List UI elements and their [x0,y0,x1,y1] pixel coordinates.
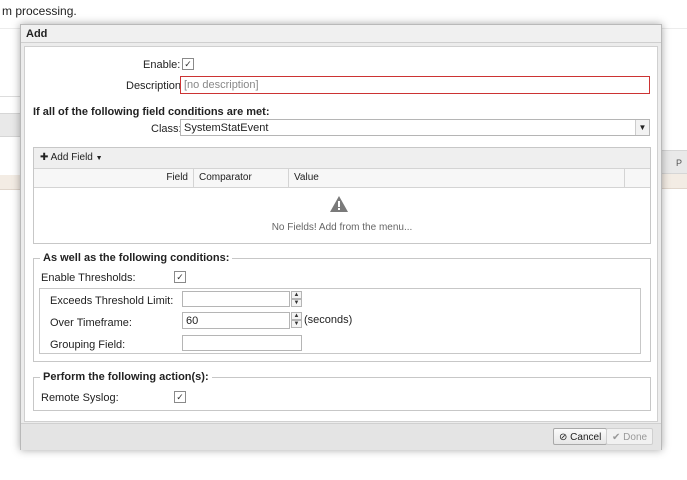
dialog-body: Enable: ✓ Description: [no description] … [24,46,658,422]
timeframe-increment-button[interactable]: ▲ [291,312,302,320]
field-conditions-grid: ✚ Add Field ▼ Field Comparator Value No … [33,147,651,244]
column-header-field[interactable]: Field [34,169,194,187]
description-label: Description: [126,80,185,92]
add-field-label: Add Field [50,152,93,163]
over-timeframe-input[interactable]: 60 [182,312,290,329]
enable-label: Enable: [143,59,181,71]
grouping-field-label: Grouping Field: [50,339,126,351]
plus-icon: ✚ [40,152,49,163]
over-timeframe-label: Over Timeframe: [50,317,132,329]
add-field-button[interactable]: ✚ Add Field ▼ [40,152,103,163]
enable-checkbox[interactable]: ✓ [182,58,194,70]
class-label: Class: [151,123,182,135]
done-button[interactable]: ✔ Done [606,428,654,445]
remote-syslog-checkbox[interactable]: ✓ [174,391,186,403]
done-button-label: Done [623,432,648,443]
background-divider [0,96,20,97]
dialog-footer: ⊘ Cancel ✔ Done [21,423,661,450]
warning-icon [330,196,348,212]
cancel-button[interactable]: ⊘ Cancel [553,428,608,445]
cancel-icon: ⊘ [559,432,568,443]
column-header-value[interactable]: Value [289,169,625,187]
chevron-down-icon[interactable]: ▼ [635,120,649,135]
exceeds-threshold-label: Exceeds Threshold Limit: [50,295,174,307]
remote-syslog-label: Remote Syslog: [41,392,119,404]
grid-toolbar: ✚ Add Field ▼ [34,148,650,169]
actions-legend: Perform the following action(s): [43,371,209,383]
column-header-comparator[interactable]: Comparator [194,169,289,187]
background-column-letter: P [676,158,683,168]
enable-thresholds-checkbox[interactable]: ✓ [174,271,186,283]
exceeds-threshold-input[interactable] [182,291,290,307]
class-select-value: SystemStatEvent [184,122,269,134]
exceeds-decrement-button[interactable]: ▼ [291,299,302,307]
thresholds-legend: As well as the following conditions: [43,252,230,264]
grouping-field-input[interactable] [182,335,302,351]
dialog-title: Add [21,25,661,43]
description-input[interactable]: [no description] [180,76,650,94]
timeframe-decrement-button[interactable]: ▼ [291,320,302,328]
class-select[interactable]: SystemStatEvent ▼ [180,119,650,136]
no-fields-message: No Fields! Add from the menu... [271,222,413,233]
actions-fieldset: Perform the following action(s): [33,371,651,411]
enable-thresholds-label: Enable Thresholds: [41,272,136,284]
grid-header-row: Field Comparator Value [34,169,650,188]
background-status-text: m processing. [2,4,77,18]
check-icon: ✔ [612,432,621,443]
add-dialog: Add Enable: ✓ Description: [no descripti… [20,24,662,450]
timeframe-unit-label: (seconds) [304,314,353,326]
exceeds-increment-button[interactable]: ▲ [291,291,302,299]
cancel-button-label: Cancel [570,432,602,443]
dropdown-caret-icon: ▼ [95,155,103,162]
conditions-heading: If all of the following field conditions… [33,106,270,118]
